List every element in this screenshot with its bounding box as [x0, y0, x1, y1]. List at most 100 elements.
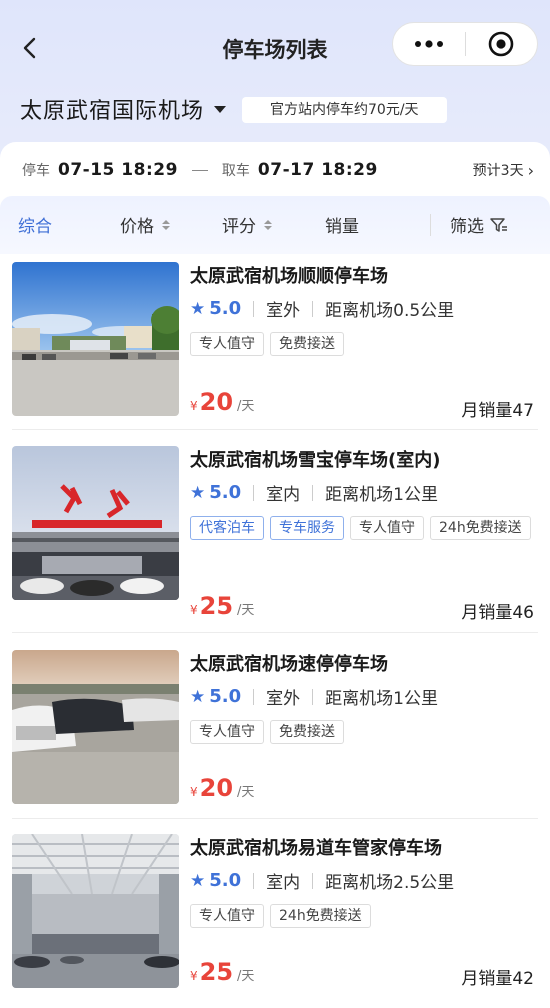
pickup-time[interactable]: 07-17 18:29 — [258, 160, 378, 180]
monthly-sales: 月销量46 — [461, 603, 534, 623]
service-tags: 代客泊车 专车服务 专人值守 24h免费接送 — [190, 516, 540, 540]
parking-lot-photo — [12, 650, 179, 804]
sort-sales-tab[interactable]: 销量 — [325, 212, 359, 237]
duration-text: 预计3天 — [472, 163, 524, 179]
parking-lot-photo — [12, 446, 179, 600]
rating-row: ★ 5.0 室外 距离机场0.5公里 — [190, 296, 454, 321]
price-unit: /天 — [237, 399, 255, 414]
park-label: 停车 — [22, 163, 50, 179]
distance: 距离机场2.5公里 — [325, 873, 455, 893]
duration-link[interactable]: 预计3天 › — [473, 160, 534, 180]
target-circle-icon — [488, 31, 514, 57]
sort-rating-tab[interactable]: 评分 — [222, 212, 272, 237]
separator — [312, 688, 314, 705]
service-tag: 24h免费接送 — [270, 904, 371, 928]
parking-lot-photo — [12, 262, 179, 416]
airport-name: 太原武宿国际机场 — [20, 99, 205, 124]
sort-arrows-icon — [264, 219, 272, 230]
more-button[interactable] — [393, 22, 465, 66]
price-unit: /天 — [237, 603, 255, 618]
airport-selector[interactable]: 太原武宿国际机场 — [20, 92, 227, 126]
separator — [253, 872, 255, 889]
rating-score: 5.0 — [209, 298, 242, 319]
parking-lot-card[interactable]: 太原武宿机场易道车管家停车场 ★ 5.0 室内 距离机场2.5公里 专人值守 2… — [0, 830, 550, 1008]
service-tag: 代客泊车 — [190, 516, 264, 540]
divider — [12, 632, 538, 633]
parking-lot-name: 太原武宿机场顺顺停车场 — [190, 266, 388, 287]
sort-price-tab[interactable]: 价格 — [120, 212, 170, 237]
service-tags: 专人值守 免费接送 — [190, 720, 540, 744]
currency-symbol: ¥ — [190, 785, 198, 799]
parking-lot-card[interactable]: 太原武宿机场速停停车场 ★ 5.0 室外 距离机场1公里 专人值守 免费接送 ¥… — [0, 646, 550, 832]
park-time[interactable]: 07-15 18:29 — [58, 160, 178, 180]
rating-score: 5.0 — [209, 870, 242, 891]
separator — [312, 484, 314, 501]
rating-row: ★ 5.0 室内 距离机场2.5公里 — [190, 868, 454, 893]
separator — [253, 688, 255, 705]
filter-divider — [430, 214, 431, 236]
lot-type: 室内 — [266, 873, 301, 893]
lot-type: 室外 — [266, 689, 301, 709]
service-tag: 专车服务 — [270, 516, 344, 540]
currency-symbol: ¥ — [190, 603, 198, 617]
service-tag: 专人值守 — [350, 516, 424, 540]
time-separator — [191, 169, 208, 171]
service-tag: 24h免费接送 — [430, 516, 531, 540]
distance: 距离机场1公里 — [325, 485, 438, 505]
parking-lot-photo — [12, 834, 179, 988]
service-tag: 专人值守 — [190, 332, 264, 356]
mini-program-capsule — [392, 22, 538, 66]
service-tags: 专人值守 24h免费接送 — [190, 904, 540, 928]
price-amount: 20 — [199, 774, 234, 802]
distance: 距离机场1公里 — [325, 689, 438, 709]
divider — [12, 429, 538, 430]
booking-time-row[interactable]: 停车 07-15 18:29 取车 07-17 18:29 预计3天 › — [22, 158, 534, 182]
caret-down-icon — [214, 105, 227, 113]
lot-type: 室内 — [266, 485, 301, 505]
rating-score: 5.0 — [209, 482, 242, 503]
price-unit: /天 — [237, 785, 255, 800]
star-icon: ★ — [190, 298, 206, 319]
star-icon: ★ — [190, 686, 206, 707]
parking-lot-name: 太原武宿机场雪宝停车场(室内) — [190, 450, 441, 471]
navigation-bar: 停车场列表 — [0, 18, 550, 78]
distance: 距离机场0.5公里 — [325, 301, 455, 321]
filter-label: 筛选 — [450, 217, 484, 237]
star-icon: ★ — [190, 482, 206, 503]
divider — [12, 818, 538, 819]
rating-score: 5.0 — [209, 686, 242, 707]
separator — [312, 300, 314, 317]
currency-symbol: ¥ — [190, 969, 198, 983]
sort-sales-label: 销量 — [325, 217, 359, 237]
parking-lot-card[interactable]: 太原武宿机场顺顺停车场 ★ 5.0 室外 距离机场0.5公里 专人值守 免费接送… — [0, 258, 550, 444]
service-tag: 专人值守 — [190, 720, 264, 744]
close-miniprogram-button[interactable] — [466, 22, 538, 66]
price: ¥ 25 /天 — [190, 958, 254, 986]
sort-default-label: 综合 — [18, 217, 52, 237]
pickup-label: 取车 — [221, 163, 250, 179]
price-amount: 20 — [199, 388, 234, 416]
sort-filter-bar: 综合 价格 评分 销量 筛选 — [0, 196, 550, 254]
funnel-icon — [490, 217, 507, 232]
parking-lot-name: 太原武宿机场速停停车场 — [190, 654, 388, 675]
official-price-note: 官方站内停车约70元/天 — [242, 97, 447, 123]
price-unit: /天 — [237, 969, 255, 984]
service-tags: 专人值守 免费接送 — [190, 332, 540, 356]
service-tag: 专人值守 — [190, 904, 264, 928]
back-button[interactable] — [10, 28, 50, 68]
price: ¥ 25 /天 — [190, 592, 254, 620]
filter-button[interactable]: 筛选 — [450, 212, 508, 237]
parking-lot-name: 太原武宿机场易道车管家停车场 — [190, 838, 442, 859]
price-amount: 25 — [199, 592, 234, 620]
price-amount: 25 — [199, 958, 234, 986]
service-tag: 免费接送 — [270, 720, 344, 744]
sort-default-tab[interactable]: 综合 — [18, 212, 52, 237]
chevron-left-icon — [23, 37, 36, 59]
price: ¥ 20 /天 — [190, 388, 254, 416]
sort-arrows-icon — [162, 219, 170, 230]
parking-lot-card[interactable]: 太原武宿机场雪宝停车场(室内) ★ 5.0 室内 距离机场1公里 代客泊车 专车… — [0, 442, 550, 628]
rating-row: ★ 5.0 室外 距离机场1公里 — [190, 684, 438, 709]
more-dots-icon — [414, 40, 443, 48]
star-icon: ★ — [190, 870, 206, 891]
service-tag: 免费接送 — [270, 332, 344, 356]
